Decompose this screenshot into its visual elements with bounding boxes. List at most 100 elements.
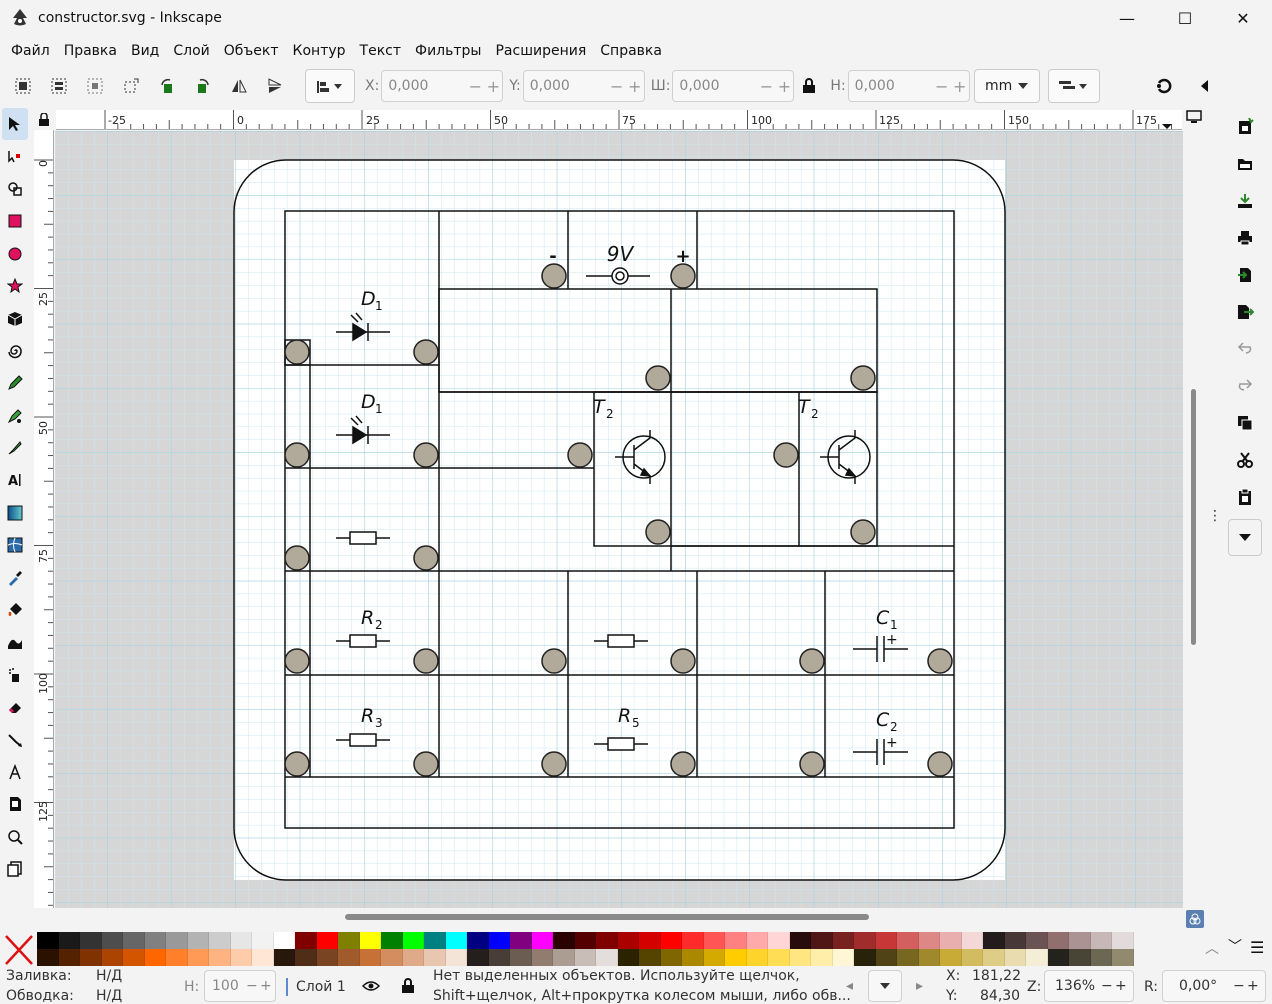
color-swatch[interactable]: [445, 932, 467, 949]
color-swatch[interactable]: [596, 932, 618, 949]
text-tool[interactable]: A: [2, 464, 28, 496]
w-field[interactable]: − +: [672, 70, 795, 102]
rectangle-tool[interactable]: [2, 205, 28, 237]
color-swatch[interactable]: [811, 949, 833, 966]
pencil-tool[interactable]: [2, 367, 28, 399]
maximize-button[interactable]: ☐: [1156, 0, 1214, 36]
color-swatch[interactable]: [789, 949, 811, 966]
print-button[interactable]: [1228, 219, 1262, 256]
document-tool[interactable]: [2, 853, 28, 885]
connector-tool[interactable]: [2, 723, 28, 755]
color-swatch[interactable]: [123, 932, 145, 949]
selector-tool[interactable]: [2, 108, 28, 141]
vertical-ruler[interactable]: 0 25 50 75 100 125: [34, 130, 54, 908]
color-swatch[interactable]: [940, 932, 962, 949]
color-swatch[interactable]: [789, 932, 811, 949]
color-swatch[interactable]: [359, 932, 381, 949]
flip-vertical-button[interactable]: [257, 70, 293, 102]
more-commands-button[interactable]: [1228, 519, 1262, 556]
color-swatch[interactable]: [875, 949, 897, 966]
color-swatch[interactable]: [230, 949, 252, 966]
color-swatch[interactable]: [854, 949, 876, 966]
spray-tool[interactable]: [2, 659, 28, 691]
horizontal-scroll-thumb[interactable]: [345, 914, 869, 920]
color-swatch[interactable]: [875, 932, 897, 949]
dropper-tool[interactable]: [2, 561, 28, 593]
rotation-field[interactable]: 0,00° − +: [1162, 970, 1266, 1002]
color-swatch[interactable]: [596, 949, 618, 966]
color-swatch[interactable]: [402, 949, 424, 966]
menu-layer[interactable]: Слой: [166, 43, 216, 59]
color-swatch[interactable]: [80, 932, 102, 949]
y-input[interactable]: [523, 78, 608, 94]
color-swatch[interactable]: [574, 949, 596, 966]
vertical-scrollbar[interactable]: [1186, 131, 1198, 908]
x-increment[interactable]: +: [484, 77, 502, 96]
lock-ratio-button[interactable]: [794, 70, 824, 102]
zoom-out-button[interactable]: −: [1101, 978, 1115, 994]
color-swatch[interactable]: [768, 949, 790, 966]
ellipse-tool[interactable]: [2, 238, 28, 270]
menu-object[interactable]: Объект: [217, 43, 286, 59]
color-swatch[interactable]: [209, 949, 231, 966]
color-swatch[interactable]: [37, 949, 59, 966]
color-swatch[interactable]: [531, 949, 553, 966]
no-paint-swatch[interactable]: [4, 932, 34, 966]
undo-button[interactable]: [1228, 330, 1262, 367]
mesh-tool[interactable]: [2, 529, 28, 561]
color-swatch[interactable]: [1069, 932, 1091, 949]
color-swatch[interactable]: [381, 932, 403, 949]
color-swatch[interactable]: [166, 949, 188, 966]
h-field[interactable]: − +: [847, 70, 970, 102]
color-swatch[interactable]: [1026, 932, 1048, 949]
canvas-display-toggle[interactable]: [1186, 110, 1204, 128]
color-swatch[interactable]: [359, 949, 381, 966]
commands-overflow-icon[interactable]: ⋮: [1208, 508, 1222, 528]
select-all-layers-button[interactable]: [41, 70, 77, 102]
w-decrement[interactable]: −: [757, 77, 775, 96]
calligraphy-tool[interactable]: [2, 432, 28, 464]
color-swatch[interactable]: [467, 949, 489, 966]
chevron-left-icon[interactable]: ◂: [846, 978, 853, 994]
color-swatch[interactable]: [1047, 949, 1069, 966]
color-swatch[interactable]: [1004, 932, 1026, 949]
node-tool[interactable]: [2, 140, 28, 172]
color-swatch[interactable]: [1069, 949, 1091, 966]
color-swatch[interactable]: [273, 949, 295, 966]
zoom-tool[interactable]: [2, 821, 28, 853]
menu-file[interactable]: Файл: [4, 43, 57, 59]
h-input[interactable]: [848, 78, 933, 94]
color-swatch[interactable]: [940, 949, 962, 966]
color-swatch[interactable]: [768, 932, 790, 949]
palette-menu-button[interactable]: ☰: [1250, 938, 1264, 957]
y-field[interactable]: − +: [522, 70, 645, 102]
export-button[interactable]: [1228, 293, 1262, 330]
opacity-decrement[interactable]: −: [246, 978, 260, 994]
gradient-tool[interactable]: [2, 497, 28, 529]
color-swatch[interactable]: [725, 932, 747, 949]
y-increment[interactable]: +: [626, 77, 644, 96]
star-tool[interactable]: [2, 270, 28, 302]
palette-scroll-up[interactable]: ︿: [1205, 938, 1219, 958]
redo-button[interactable]: [1228, 367, 1262, 404]
color-swatch[interactable]: [918, 932, 940, 949]
opacity-increment[interactable]: +: [260, 978, 274, 994]
h-decrement[interactable]: −: [933, 77, 951, 96]
color-swatch[interactable]: [531, 932, 553, 949]
import-button[interactable]: [1228, 256, 1262, 293]
horizontal-scrollbar[interactable]: [55, 910, 1183, 924]
x-field[interactable]: − +: [381, 70, 504, 102]
color-swatch[interactable]: [660, 949, 682, 966]
transform-options-dropdown[interactable]: [1047, 69, 1100, 103]
color-swatch[interactable]: [295, 932, 317, 949]
color-swatch[interactable]: [639, 932, 661, 949]
unit-dropdown[interactable]: mm: [973, 69, 1040, 103]
align-dropdown[interactable]: [305, 69, 355, 103]
menu-path[interactable]: Контур: [286, 43, 353, 59]
color-managed-toggle[interactable]: [1186, 910, 1204, 928]
color-swatch[interactable]: [230, 932, 252, 949]
menu-filters[interactable]: Фильтры: [408, 43, 488, 59]
color-swatch[interactable]: [639, 949, 661, 966]
shape-builder-tool[interactable]: [2, 173, 28, 205]
color-swatch[interactable]: [574, 932, 596, 949]
